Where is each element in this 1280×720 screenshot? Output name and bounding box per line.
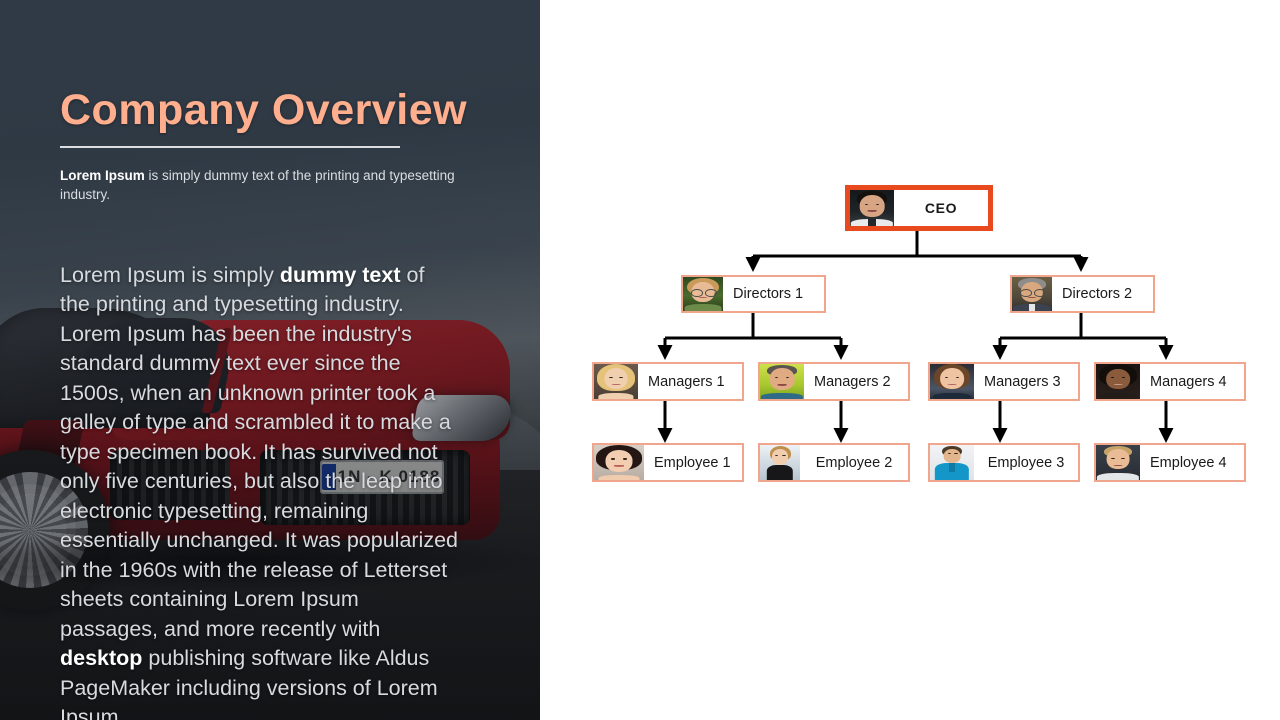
- org-chart: CEO Directors 1 Directors 2 Managers 1 M…: [540, 0, 1280, 720]
- org-node-employee-2[interactable]: Employee 2: [758, 443, 910, 482]
- org-node-employee-1[interactable]: Employee 1: [592, 443, 744, 482]
- org-node-managers-1-label: Managers 1: [648, 373, 725, 390]
- org-node-ceo-label: CEO: [924, 200, 958, 216]
- org-node-directors-1[interactable]: Directors 1: [681, 275, 826, 313]
- org-node-managers-4[interactable]: Managers 4: [1094, 362, 1246, 401]
- page-subtitle: Lorem Ipsum is simply dummy text of the …: [60, 167, 480, 205]
- org-chart-connectors: [657, 231, 1174, 443]
- body-bold-2: desktop: [60, 646, 143, 671]
- org-node-employee-3[interactable]: Employee 3: [928, 443, 1080, 482]
- org-node-employee-2-label: Employee 2: [815, 454, 893, 471]
- managers1-photo: [594, 364, 638, 399]
- directors1-photo: [683, 277, 723, 311]
- subtitle-bold: Lorem Ipsum: [60, 168, 145, 184]
- org-node-directors-2[interactable]: Directors 2: [1010, 275, 1155, 313]
- org-node-employee-3-label: Employee 3: [987, 454, 1065, 471]
- managers4-photo: [1096, 364, 1140, 399]
- body-bold-1: dummy text: [279, 262, 401, 287]
- employee2-photo: [760, 445, 800, 480]
- org-node-employee-4[interactable]: Employee 4: [1094, 443, 1246, 482]
- right-panel: CEO Directors 1 Directors 2 Managers 1 M…: [540, 0, 1280, 720]
- org-node-directors-1-label: Directors 1: [733, 286, 804, 302]
- org-node-managers-4-label: Managers 4: [1150, 373, 1227, 390]
- org-node-managers-3[interactable]: Managers 3: [928, 362, 1080, 401]
- body-part-1: Lorem Ipsum is simply: [60, 262, 280, 287]
- org-node-employee-4-label: Employee 4: [1150, 454, 1227, 471]
- ceo-photo: [850, 190, 894, 226]
- managers3-photo: [930, 364, 974, 399]
- org-node-directors-2-label: Directors 2: [1062, 286, 1133, 302]
- org-node-ceo[interactable]: CEO: [845, 185, 993, 231]
- directors2-photo: [1012, 277, 1052, 311]
- org-node-employee-1-label: Employee 1: [654, 454, 731, 471]
- employee3-photo: [930, 445, 974, 480]
- employee4-photo: [1096, 445, 1140, 480]
- org-node-managers-2-label: Managers 2: [814, 373, 891, 390]
- org-node-managers-3-label: Managers 3: [984, 373, 1061, 390]
- managers2-photo: [760, 364, 804, 399]
- employee1-photo: [594, 445, 644, 480]
- org-node-managers-1[interactable]: Managers 1: [592, 362, 744, 401]
- left-panel: 1N - K 0188 Company Overview Lorem Ipsum…: [0, 0, 540, 720]
- page-title: Company Overview: [60, 86, 468, 134]
- title-underline: [60, 146, 400, 149]
- org-node-managers-2[interactable]: Managers 2: [758, 362, 910, 401]
- slide: 1N - K 0188 Company Overview Lorem Ipsum…: [0, 0, 1280, 720]
- body-paragraph: Lorem Ipsum is simply dummy text of the …: [60, 261, 460, 720]
- body-part-2: of the printing and typesetting industry…: [60, 262, 459, 641]
